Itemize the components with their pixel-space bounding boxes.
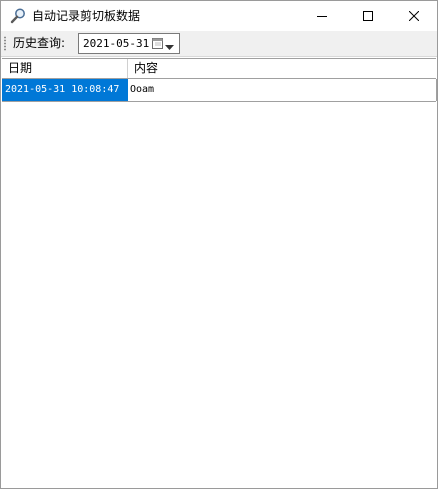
row-date-cell[interactable]: 2021-05-31 10:08:47: [2, 79, 128, 101]
row-border: [436, 79, 437, 101]
minimize-button[interactable]: [299, 1, 345, 31]
minimize-icon: [317, 16, 327, 17]
dropdown-arrow-icon[interactable]: [165, 40, 174, 50]
maximize-button[interactable]: [345, 1, 391, 31]
history-query-label: 历史查询:: [13, 36, 66, 50]
column-header-content[interactable]: 内容: [128, 59, 436, 78]
close-button[interactable]: [391, 1, 437, 31]
app-window: 自动记录剪切板数据 历史查询: 2021-05-31 日期 内容 2021-05…: [0, 0, 438, 489]
row-content-cell[interactable]: Ooam: [128, 79, 436, 101]
calendar-icon[interactable]: [152, 37, 164, 49]
clipboard-records-grid[interactable]: 日期 内容 2021-05-31 10:08:47 Ooam: [2, 58, 437, 488]
window-title: 自动记录剪切板数据: [32, 9, 141, 23]
title-bar[interactable]: 自动记录剪切板数据: [1, 1, 437, 31]
history-date-picker[interactable]: 2021-05-31: [78, 33, 180, 54]
column-header-date[interactable]: 日期: [2, 59, 128, 78]
toolbar-grip[interactable]: [4, 36, 6, 51]
close-icon: [409, 11, 419, 21]
grid-header: 日期 内容: [2, 59, 436, 79]
magnifier-icon: [9, 7, 27, 25]
toolbar: 历史查询: 2021-05-31: [1, 31, 437, 57]
table-row[interactable]: 2021-05-31 10:08:47 Ooam: [2, 79, 437, 102]
date-value: 2021-05-31: [83, 37, 150, 50]
maximize-icon: [363, 11, 373, 21]
